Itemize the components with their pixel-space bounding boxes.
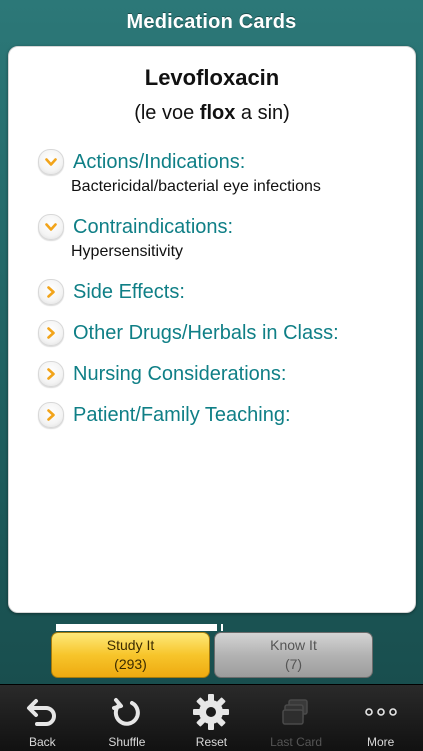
navigation-bar: Medication Cards (0, 0, 423, 44)
back-arrow-icon (25, 689, 59, 735)
section-label: Actions/Indications: (73, 150, 246, 173)
page-title: Medication Cards (126, 10, 297, 33)
study-it-count: (293) (114, 656, 147, 672)
chevron-right-icon (38, 279, 64, 305)
know-it-count: (7) (284, 656, 303, 672)
know-it-button[interactable]: Know It (7) (214, 632, 373, 678)
drug-name: Levofloxacin (144, 65, 280, 90)
card-sections: Actions/Indications: Bactericidal/bacter… (9, 145, 415, 432)
section-header-actions-indications[interactable]: Actions/Indications: (9, 145, 415, 179)
card-stack-icon (279, 689, 313, 735)
reset-button[interactable]: Reset (169, 685, 254, 751)
section-patient-family-teaching: Patient/Family Teaching: (9, 398, 415, 432)
medication-card: Levofloxacin (le voe flox a sin) Actions… (8, 46, 416, 613)
section-label: Patient/Family Teaching: (73, 403, 291, 426)
refresh-icon (110, 689, 144, 735)
chevron-down-icon (38, 149, 64, 175)
section-header-other-drugs-herbals[interactable]: Other Drugs/Herbals in Class: (9, 316, 415, 350)
pronunciation-pre: (le voe (134, 102, 200, 124)
pronunciation-stress: flox (199, 102, 236, 124)
section-content: Hypersensitivity (71, 243, 184, 260)
chevron-down-icon (38, 214, 64, 240)
know-progress-bar (221, 624, 223, 631)
study-it-button[interactable]: Study It (293) (51, 632, 210, 678)
section-header-side-effects[interactable]: Side Effects: (9, 275, 415, 309)
section-label: Side Effects: (73, 280, 185, 303)
shuffle-label: Shuffle (108, 735, 146, 749)
section-actions-indications: Actions/Indications: Bactericidal/bacter… (9, 145, 415, 196)
study-progress-bar (56, 624, 217, 631)
more-label: More (367, 735, 395, 749)
back-label: Back (28, 735, 56, 749)
section-header-nursing-considerations[interactable]: Nursing Considerations: (9, 357, 415, 391)
section-label: Nursing Considerations: (73, 362, 287, 385)
study-it-label: Study It (106, 637, 155, 653)
section-nursing-considerations: Nursing Considerations: (9, 357, 415, 391)
pronunciation: (le voe flox a sin) (9, 102, 415, 125)
reset-label: Reset (195, 735, 228, 749)
know-it-label: Know It (270, 637, 317, 653)
shuffle-button[interactable]: Shuffle (85, 685, 170, 751)
back-button[interactable]: Back (0, 685, 85, 751)
section-contraindications: Contraindications: Hypersensitivity (9, 210, 415, 261)
more-dots-icon (363, 689, 399, 735)
section-other-drugs-herbals: Other Drugs/Herbals in Class: (9, 316, 415, 350)
section-label: Contraindications: (73, 215, 234, 238)
chevron-right-icon (38, 361, 64, 387)
more-button[interactable]: More (338, 685, 423, 751)
last-card-label: Last Card (270, 735, 323, 749)
pronunciation-post: a sin) (235, 102, 290, 124)
bottom-toolbar: Back Shuffle Reset Last Card More (0, 684, 423, 751)
section-header-contraindications[interactable]: Contraindications: (9, 210, 415, 244)
chevron-right-icon (38, 320, 64, 346)
section-side-effects: Side Effects: (9, 275, 415, 309)
gear-icon (191, 689, 231, 735)
last-card-button[interactable]: Last Card (254, 685, 339, 751)
section-label: Other Drugs/Herbals in Class: (73, 321, 339, 344)
section-header-patient-family-teaching[interactable]: Patient/Family Teaching: (9, 398, 415, 432)
chevron-right-icon (38, 402, 64, 428)
section-content: Bactericidal/bacterial eye infections (71, 178, 321, 195)
